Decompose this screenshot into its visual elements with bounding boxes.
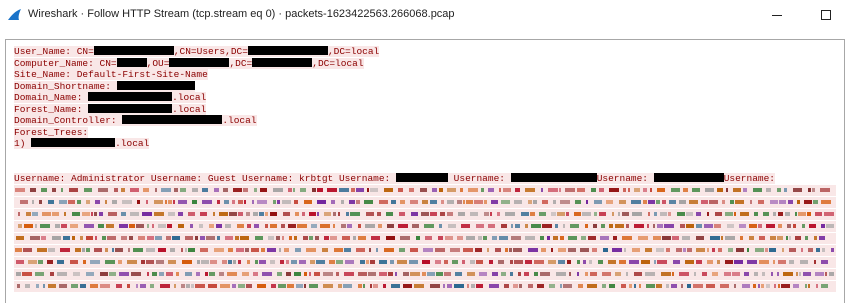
redaction-block: [510, 172, 597, 182]
username-7-label: Username:: [723, 172, 776, 184]
stream-content-panel[interactable]: User_Name: CN= ,CN=Users,DC= ,DC=local Com…: [5, 39, 845, 303]
computer-name-part4: ,DC=local: [312, 57, 364, 69]
wireshark-fin-icon: [8, 9, 21, 20]
binary-payload-row: [14, 281, 836, 292]
redaction-block: [116, 80, 195, 90]
domain-shortname-label: Domain_Shortname:: [14, 80, 111, 92]
user-name-label: User_Name: CN=: [14, 46, 94, 57]
binary-payload-row: [14, 185, 836, 196]
binary-payload-row: [14, 245, 836, 256]
window-title: Wireshark · Follow HTTP Stream (tcp.stre…: [28, 8, 455, 20]
username-6-label: Username:: [596, 172, 648, 184]
user-name-part3: ,DC=local: [327, 46, 380, 57]
forest-tree-item-index: 1): [14, 138, 26, 149]
domain-name-suffix: .local: [172, 92, 207, 103]
user-name-part2: ,CN=Users,DC=: [173, 46, 248, 57]
redaction-block: [247, 46, 328, 55]
binary-payload-row: [14, 269, 836, 280]
forest-name-label: Forest_Name:: [14, 103, 83, 115]
maximize-icon: [821, 10, 831, 20]
redaction-block: [252, 57, 313, 67]
domain-shortname-line: Domain_Shortname:: [14, 80, 836, 93]
domain-controller-line: Domain_Controller: .local: [14, 115, 836, 127]
site-name-line: Site_Name: Default-First-Site-Name: [14, 69, 836, 81]
binary-payload-row: [14, 209, 836, 220]
domain-controller-suffix: .local: [222, 115, 257, 126]
redaction-block: [116, 57, 147, 67]
computer-name-line: Computer_Name: CN= ,OU= ,DC= ,DC=local: [14, 57, 836, 70]
redaction-block: [31, 138, 116, 147]
computer-name-part3: ,DC=: [229, 57, 253, 69]
minimize-button[interactable]: [754, 0, 800, 30]
binary-payload-row: [14, 221, 836, 232]
redaction-block: [88, 103, 173, 113]
forest-trees-line: Forest_Trees:: [14, 126, 836, 139]
forest-tree-item-suffix: .local: [115, 138, 150, 149]
redaction-block: [395, 172, 448, 182]
usernames-text: Username: Administrator Username: Guest …: [14, 172, 391, 184]
domain-controller-label: Domain_Controller:: [14, 115, 117, 126]
username-5-label: Username:: [453, 172, 505, 184]
redaction-block: [122, 115, 223, 124]
redaction-block: [653, 172, 724, 182]
title-bar: Wireshark · Follow HTTP Stream (tcp.stre…: [0, 0, 847, 30]
computer-name-part2: ,OU=: [146, 57, 170, 69]
user-name-line: User_Name: CN= ,CN=Users,DC= ,DC=local: [14, 46, 836, 58]
forest-tree-item-line: 1) .local: [14, 138, 836, 150]
forest-name-line: Forest_Name: .local: [14, 103, 836, 116]
binary-payload-row: [14, 233, 836, 244]
minimize-icon: [772, 14, 782, 16]
forest-trees-label: Forest_Trees:: [14, 126, 89, 138]
redaction-block: [169, 57, 230, 67]
usernames-line: Username: Administrator Username: Guest …: [14, 172, 836, 185]
forest-name-suffix: .local: [172, 103, 207, 115]
binary-payload-area: [14, 185, 836, 292]
binary-payload-row: [14, 197, 836, 208]
maximize-button[interactable]: [803, 0, 847, 30]
stream-text: User_Name: CN= ,CN=Users,DC= ,DC=local Com…: [14, 46, 836, 292]
redaction-block: [88, 92, 173, 101]
computer-name-label: Computer_Name: CN=: [14, 57, 117, 69]
domain-name-label: Domain_Name:: [14, 92, 83, 103]
site-name-text: Site_Name: Default-First-Site-Name: [14, 69, 208, 80]
domain-name-line: Domain_Name: .local: [14, 92, 836, 104]
binary-payload-row: [14, 257, 836, 268]
redaction-block: [93, 46, 174, 55]
